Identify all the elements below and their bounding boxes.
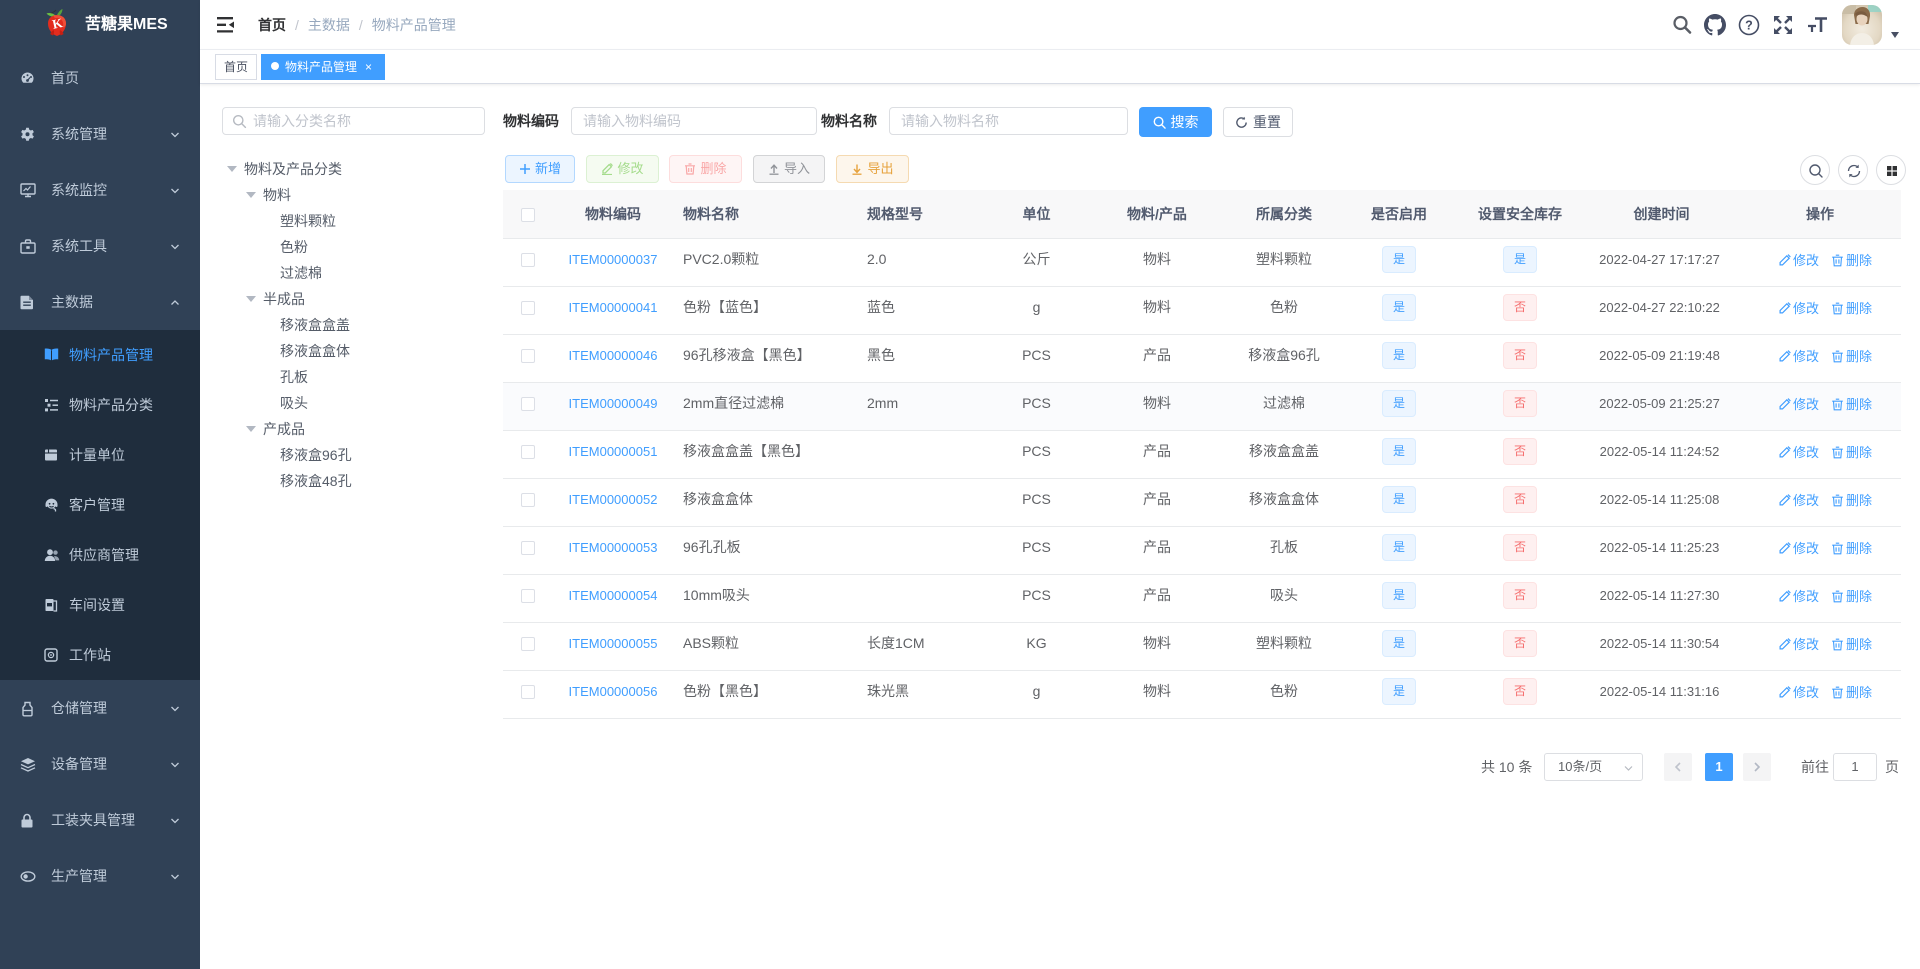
svg-text:?: ? xyxy=(1745,19,1753,33)
